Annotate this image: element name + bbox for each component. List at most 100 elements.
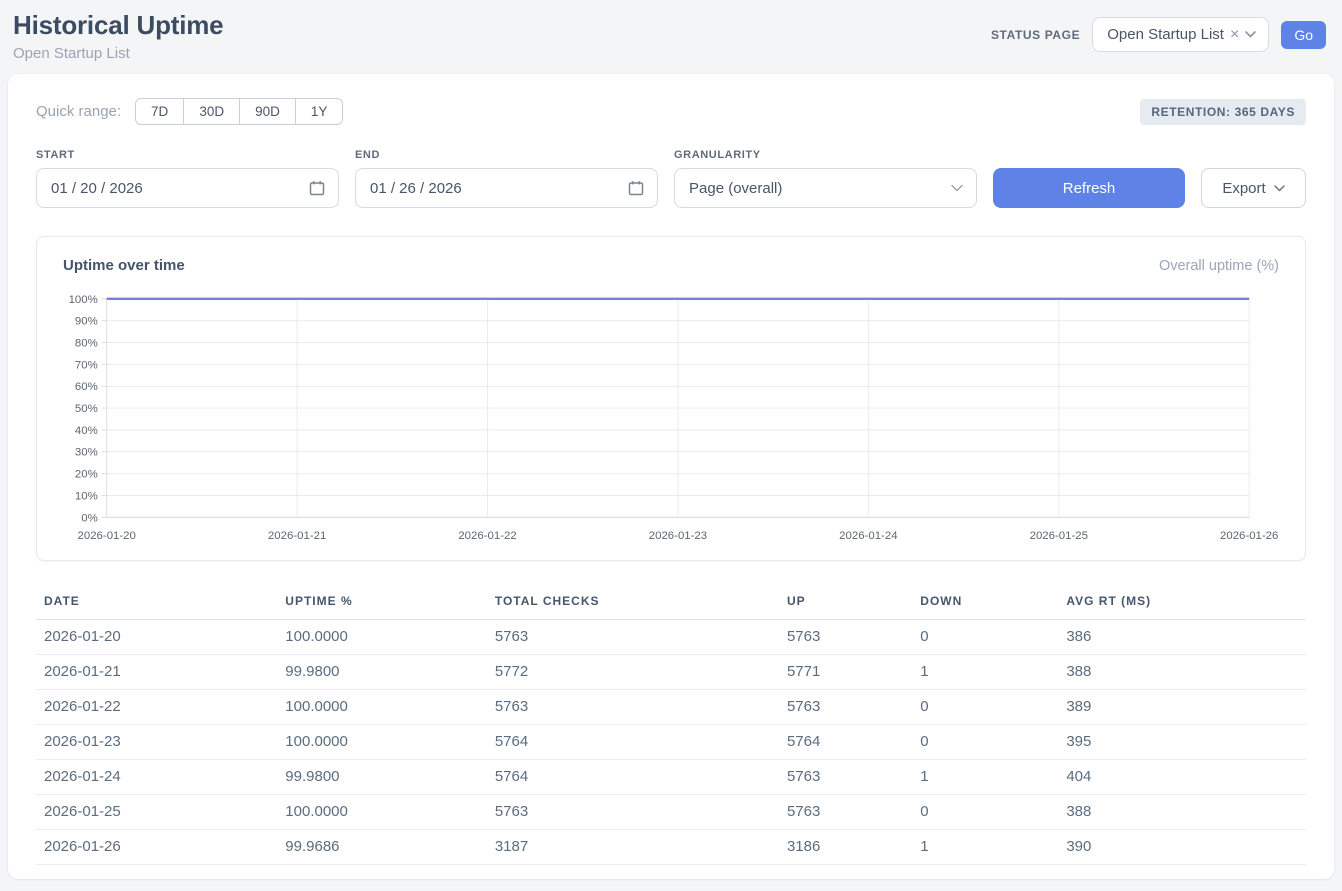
calendar-icon[interactable]	[309, 180, 325, 196]
uptime-chart: 0%10%20%30%40%50%60%70%80%90%100%2026-01…	[61, 288, 1281, 548]
table-cell: 390	[1058, 830, 1306, 865]
table-cell: 395	[1058, 725, 1306, 760]
svg-text:2026-01-25: 2026-01-25	[1030, 530, 1088, 542]
main-panel: Quick range: 7D 30D 90D 1Y RETENTION: 36…	[8, 74, 1334, 879]
table-cell: 386	[1058, 620, 1306, 655]
start-date-input[interactable]: 01 / 20 / 2026	[36, 168, 339, 208]
quick-range-1y-button[interactable]: 1Y	[296, 98, 344, 125]
table-cell: 1	[912, 830, 1058, 865]
export-button[interactable]: Export	[1201, 168, 1306, 208]
table-cell: 1	[912, 760, 1058, 795]
table-cell: 2026-01-20	[36, 620, 277, 655]
table-cell: 100.0000	[277, 725, 487, 760]
export-button-label: Export	[1222, 180, 1265, 197]
table-cell: 100.0000	[277, 690, 487, 725]
column-header-down: DOWN	[912, 585, 1058, 620]
refresh-button[interactable]: Refresh	[993, 168, 1185, 208]
svg-text:100%: 100%	[69, 294, 98, 306]
controls-row: START 01 / 20 / 2026 END 01 / 26 / 2026 …	[36, 149, 1306, 208]
svg-text:90%: 90%	[75, 316, 98, 328]
page-header-left: Historical Uptime Open Startup List	[13, 10, 223, 62]
column-header-up: UP	[779, 585, 912, 620]
quick-range-group: Quick range: 7D 30D 90D 1Y	[36, 98, 343, 125]
table-cell: 388	[1058, 795, 1306, 830]
table-cell: 5772	[487, 655, 779, 690]
table-cell: 5763	[487, 620, 779, 655]
table-cell: 5763	[779, 620, 912, 655]
end-date-input[interactable]: 01 / 26 / 2026	[355, 168, 658, 208]
uptime-table: DATE UPTIME % TOTAL CHECKS UP DOWN AVG R…	[36, 585, 1306, 865]
status-page-select[interactable]: Open Startup List ×	[1092, 17, 1269, 52]
table-cell: 99.9686	[277, 830, 487, 865]
table-cell: 0	[912, 795, 1058, 830]
table-header-row: DATE UPTIME % TOTAL CHECKS UP DOWN AVG R…	[36, 585, 1306, 620]
retention-badge: RETENTION: 365 DAYS	[1140, 99, 1306, 125]
quick-range-7d-button[interactable]: 7D	[135, 98, 184, 125]
table-cell: 5763	[487, 795, 779, 830]
page-header-right: STATUS PAGE Open Startup List × Go	[991, 17, 1326, 52]
table-cell: 0	[912, 620, 1058, 655]
table-cell: 2026-01-23	[36, 725, 277, 760]
svg-text:2026-01-21: 2026-01-21	[268, 530, 326, 542]
table-cell: 0	[912, 690, 1058, 725]
table-cell: 404	[1058, 760, 1306, 795]
chevron-down-icon	[951, 184, 963, 192]
quick-range-30d-button[interactable]: 30D	[184, 98, 240, 125]
chart-header: Uptime over time Overall uptime (%)	[61, 257, 1281, 274]
end-label: END	[355, 149, 658, 161]
chart-title: Uptime over time	[63, 257, 185, 274]
quick-range-90d-button[interactable]: 90D	[240, 98, 296, 125]
table-cell: 5763	[487, 690, 779, 725]
svg-text:50%: 50%	[75, 403, 98, 415]
table-cell: 99.9800	[277, 760, 487, 795]
status-page-select-value: Open Startup List	[1107, 26, 1224, 43]
table-cell: 5764	[487, 725, 779, 760]
page-title: Historical Uptime	[13, 10, 223, 41]
start-date-value: 01 / 20 / 2026	[51, 180, 143, 197]
table-cell: 5764	[779, 725, 912, 760]
column-header-avg-rt: AVG RT (MS)	[1058, 585, 1306, 620]
clear-icon[interactable]: ×	[1230, 27, 1239, 43]
status-page-label: STATUS PAGE	[991, 28, 1080, 42]
table-cell: 2026-01-26	[36, 830, 277, 865]
table-cell: 5763	[779, 795, 912, 830]
uptime-table-body: 2026-01-20100.00005763576303862026-01-21…	[36, 620, 1306, 865]
svg-text:2026-01-26: 2026-01-26	[1220, 530, 1278, 542]
svg-text:60%: 60%	[75, 381, 98, 393]
start-date-field: START 01 / 20 / 2026	[36, 149, 339, 208]
svg-text:2026-01-22: 2026-01-22	[458, 530, 516, 542]
svg-text:0%: 0%	[81, 512, 98, 524]
table-cell: 2026-01-24	[36, 760, 277, 795]
table-row: 2026-01-25100.0000576357630388	[36, 795, 1306, 830]
page-subtitle: Open Startup List	[13, 45, 223, 62]
table-row: 2026-01-2199.9800577257711388	[36, 655, 1306, 690]
calendar-icon[interactable]	[628, 180, 644, 196]
table-cell: 5771	[779, 655, 912, 690]
quick-range-buttons: 7D 30D 90D 1Y	[135, 98, 343, 125]
column-header-total-checks: TOTAL CHECKS	[487, 585, 779, 620]
granularity-label: GRANULARITY	[674, 149, 977, 161]
quick-range-label: Quick range:	[36, 103, 121, 120]
table-row: 2026-01-2699.9686318731861390	[36, 830, 1306, 865]
table-cell: 5764	[487, 760, 779, 795]
svg-text:80%: 80%	[75, 337, 98, 349]
table-cell: 2026-01-25	[36, 795, 277, 830]
table-cell: 5763	[779, 690, 912, 725]
svg-text:40%: 40%	[75, 425, 98, 437]
column-header-date: DATE	[36, 585, 277, 620]
granularity-select[interactable]: Page (overall)	[674, 168, 977, 208]
table-cell: 0	[912, 725, 1058, 760]
table-cell: 3186	[779, 830, 912, 865]
svg-text:30%: 30%	[75, 447, 98, 459]
table-cell: 1	[912, 655, 1058, 690]
page-header: Historical Uptime Open Startup List STAT…	[0, 0, 1342, 74]
chevron-down-icon	[1274, 185, 1285, 192]
end-date-value: 01 / 26 / 2026	[370, 180, 462, 197]
table-cell: 3187	[487, 830, 779, 865]
table-cell: 2026-01-21	[36, 655, 277, 690]
chart-card: Uptime over time Overall uptime (%) 0% 10…	[36, 236, 1306, 561]
go-button[interactable]: Go	[1281, 21, 1326, 49]
svg-text:2026-01-20: 2026-01-20	[78, 530, 136, 542]
table-cell: 99.9800	[277, 655, 487, 690]
table-cell: 5763	[779, 760, 912, 795]
